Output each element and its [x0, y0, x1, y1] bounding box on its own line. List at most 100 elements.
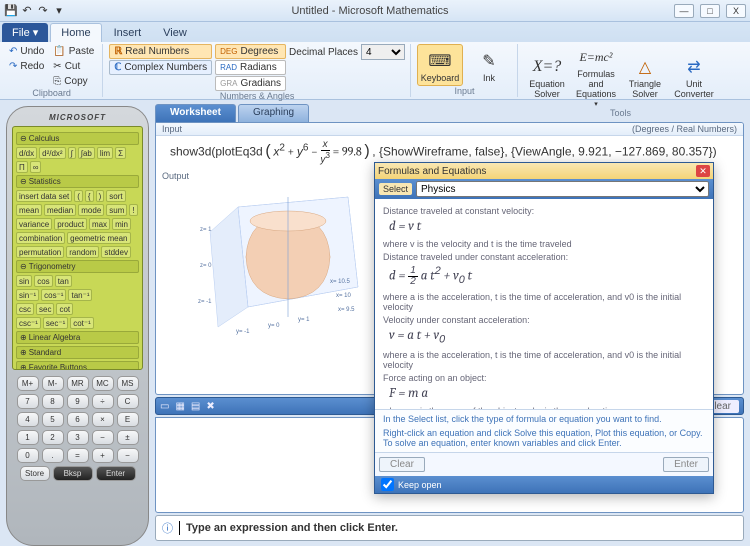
calc-chip[interactable]: max — [89, 218, 110, 230]
formula-eq[interactable]: F = m a — [383, 384, 705, 403]
calc-key[interactable]: 3 — [67, 430, 89, 445]
calc-chip[interactable]: { — [85, 190, 94, 202]
close-button[interactable]: X — [726, 4, 746, 18]
calc-key[interactable]: 5 — [42, 412, 64, 427]
expression-bar[interactable]: ⓘ Type an expression and then click Ente… — [155, 515, 744, 541]
calc-chip[interactable]: ∞ — [30, 161, 42, 173]
calc-chip[interactable]: tan⁻¹ — [68, 289, 92, 301]
dialog-enter-button[interactable]: Enter — [663, 457, 709, 472]
calc-key[interactable]: 6 — [67, 412, 89, 427]
tab-view[interactable]: View — [153, 24, 197, 42]
copy-button[interactable]: ⎘Copy — [50, 74, 97, 88]
calc-chip[interactable]: d²/dx² — [39, 147, 65, 159]
dialog-clear-button[interactable]: Clear — [379, 457, 425, 472]
keep-open-row[interactable]: Keep open — [375, 476, 713, 493]
calc-chip[interactable]: stddev — [101, 246, 131, 258]
dialog-titlebar[interactable]: Formulas and Equations ✕ — [375, 163, 713, 179]
calc-chip[interactable]: csc⁻¹ — [16, 317, 41, 329]
formula-eq[interactable]: d = v t — [383, 217, 705, 236]
calc-chip[interactable]: lim — [97, 147, 113, 159]
complex-numbers-button[interactable]: ℂComplex Numbers — [109, 60, 212, 75]
maximize-button[interactable]: □ — [700, 4, 720, 18]
calc-chip[interactable]: cos — [34, 275, 52, 287]
calc-key[interactable]: 0 — [17, 448, 39, 463]
calc-chip[interactable]: variance — [16, 218, 52, 230]
calc-key[interactable]: 7 — [17, 394, 39, 409]
cat-standard[interactable]: ⊕Standard — [16, 346, 139, 359]
calc-chip[interactable]: Π — [16, 161, 28, 173]
calc-chip[interactable]: cot — [56, 303, 73, 315]
triangle-solver-button[interactable]: △Triangle Solver — [622, 44, 668, 108]
equation-solver-button[interactable]: X=?Equation Solver — [524, 44, 570, 108]
category-select[interactable]: Physics — [416, 181, 709, 197]
paste-button[interactable]: 📋Paste — [50, 44, 97, 58]
qat-undo-icon[interactable]: ↶ — [20, 4, 34, 18]
calc-chip[interactable]: d/dx — [16, 147, 37, 159]
calc-key[interactable]: 2 — [42, 430, 64, 445]
tab-insert[interactable]: Insert — [104, 24, 152, 42]
calc-chip[interactable]: combination — [16, 232, 65, 244]
radians-button[interactable]: RADRadians — [215, 60, 286, 75]
dialog-close-button[interactable]: ✕ — [696, 165, 710, 177]
qat-dropdown-icon[interactable]: ▾ — [52, 4, 66, 18]
calc-key[interactable]: + — [92, 448, 114, 463]
decimal-select[interactable]: 4 — [361, 44, 405, 60]
calc-chip[interactable]: sec⁻¹ — [43, 317, 68, 329]
tool-icon[interactable]: ▭ — [160, 401, 169, 412]
cat-calculus[interactable]: ⊖Calculus — [16, 132, 139, 145]
calc-chip[interactable]: sin⁻¹ — [16, 289, 39, 301]
keyboard-button[interactable]: ⌨Keyboard — [417, 44, 463, 86]
calc-key[interactable]: M- — [42, 376, 64, 391]
calc-key[interactable]: . — [42, 448, 64, 463]
tab-home[interactable]: Home — [50, 23, 101, 42]
calc-chip[interactable]: sort — [106, 190, 125, 202]
calc-key[interactable]: = — [67, 448, 89, 463]
cat-statistics[interactable]: ⊖Statistics — [16, 175, 139, 188]
calc-chip[interactable]: geometric mean — [67, 232, 130, 244]
tool-icon[interactable]: ▤ — [191, 401, 200, 412]
tab-worksheet[interactable]: Worksheet — [155, 104, 236, 122]
formula-eq[interactable]: v = a t + v0 — [383, 326, 705, 348]
formulas-button[interactable]: E=mc²Formulas and Equations▾ — [573, 44, 619, 108]
calc-chip[interactable]: mean — [16, 204, 42, 216]
calc-key[interactable]: ± — [117, 430, 139, 445]
tool-icon[interactable]: ✖ — [206, 401, 214, 412]
calc-key[interactable]: 9 — [67, 394, 89, 409]
calc-chip[interactable]: sum — [106, 204, 127, 216]
calc-key[interactable]: − — [117, 448, 139, 463]
calc-chip[interactable]: sin — [16, 275, 32, 287]
calc-chip[interactable]: mode — [78, 204, 104, 216]
unit-converter-button[interactable]: ⇄Unit Converter — [671, 44, 717, 108]
calc-chip[interactable]: ! — [129, 204, 137, 216]
cut-button[interactable]: ✂Cut — [50, 59, 97, 73]
calc-chip[interactable]: cot⁻¹ — [70, 317, 94, 329]
tab-graphing[interactable]: Graphing — [238, 104, 309, 122]
calc-chip[interactable]: min — [112, 218, 131, 230]
calc-key[interactable]: 8 — [42, 394, 64, 409]
plot-3d[interactable]: z= 1 z= 0 z= -1 y= -1 y= 0 y= 1 x= 10.5 … — [198, 187, 378, 347]
minimize-button[interactable]: — — [674, 4, 694, 18]
formula-eq[interactable]: d = 12 a t2 + v0 t — [383, 263, 705, 289]
qat-redo-icon[interactable]: ↷ — [36, 4, 50, 18]
calc-key[interactable]: − — [92, 430, 114, 445]
calc-chip[interactable]: ( — [74, 190, 83, 202]
calc-chip[interactable]: cos⁻¹ — [41, 289, 66, 301]
redo-button[interactable]: ↷Redo — [6, 59, 47, 73]
calc-chip[interactable]: random — [66, 246, 99, 258]
calc-key[interactable]: MR — [67, 376, 89, 391]
calc-key-bksp[interactable]: Bksp — [53, 466, 93, 481]
calc-chip[interactable]: ∫ — [68, 147, 76, 159]
calc-key[interactable]: E — [117, 412, 139, 427]
ink-button[interactable]: ✎Ink — [466, 44, 512, 86]
calc-chip[interactable]: permutation — [16, 246, 64, 258]
calc-key[interactable]: 4 — [17, 412, 39, 427]
calc-chip[interactable]: Σ — [115, 147, 126, 159]
calc-chip[interactable]: csc — [16, 303, 34, 315]
calc-key[interactable]: × — [92, 412, 114, 427]
calc-chip[interactable]: median — [44, 204, 76, 216]
calc-key[interactable]: MS — [117, 376, 139, 391]
real-numbers-button[interactable]: ℝReal Numbers — [109, 44, 212, 59]
calc-chip[interactable]: tan — [55, 275, 72, 287]
tool-icon[interactable]: ▦ — [175, 401, 184, 412]
calc-chip[interactable]: ) — [96, 190, 105, 202]
